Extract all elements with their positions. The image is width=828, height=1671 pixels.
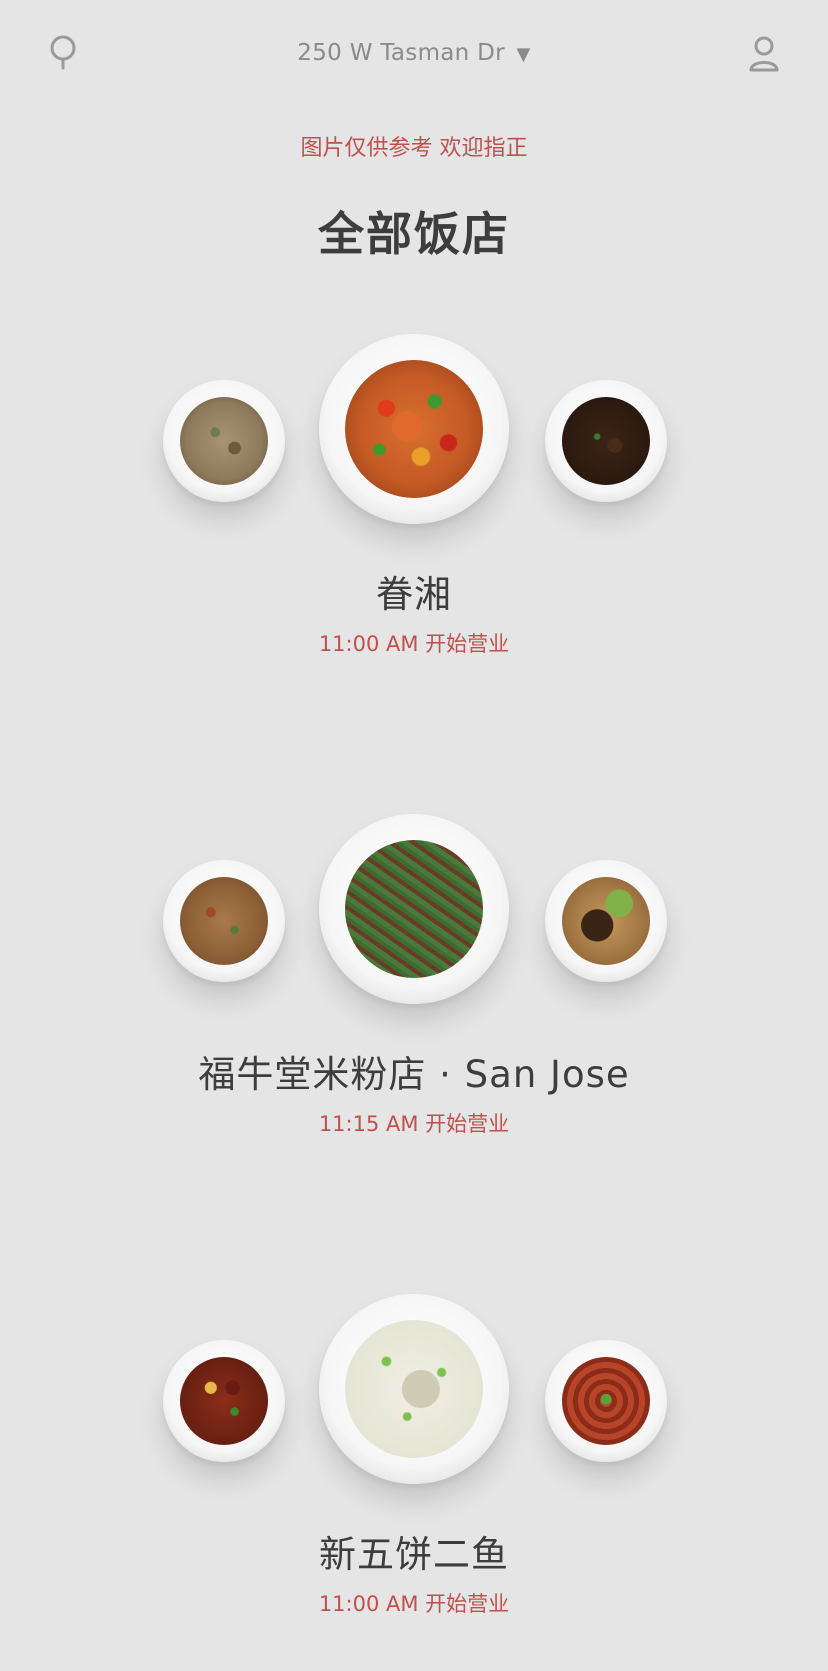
dish-plate	[163, 860, 285, 982]
featured-dish-plate	[319, 334, 509, 524]
featured-dish-plate	[319, 814, 509, 1004]
featured-dish-plate	[319, 1294, 509, 1484]
address-text: 250 W Tasman Dr	[297, 40, 505, 66]
restaurant-hours: 11:00 AM 开始营业	[318, 632, 510, 656]
dish-plate	[163, 380, 285, 502]
dish-image	[180, 1357, 268, 1445]
profile-button[interactable]	[742, 32, 786, 76]
restaurant-name: 新五饼二鱼	[319, 1533, 509, 1576]
delivery-address-selector[interactable]: 250 W Tasman Dr ▼	[0, 40, 828, 66]
restaurant-hours: 11:00 AM 开始营业	[318, 1592, 510, 1616]
dish-image	[562, 397, 650, 485]
dish-plate	[163, 1340, 285, 1462]
disclaimer-text: 图片仅供参考 欢迎指正	[300, 136, 528, 161]
chevron-down-icon: ▼	[516, 44, 531, 65]
dish-image	[345, 1320, 483, 1458]
restaurant-card[interactable]: 新五饼二鱼 11:00 AM 开始营业	[0, 1294, 828, 1634]
restaurant-hours: 11:15 AM 开始营业	[318, 1112, 510, 1136]
dish-plate	[545, 860, 667, 982]
page-title: 全部饭店	[318, 207, 510, 261]
dish-image	[345, 360, 483, 498]
user-icon	[749, 36, 779, 72]
dish-image	[180, 877, 268, 965]
dish-image	[562, 1357, 650, 1445]
dish-image	[345, 840, 483, 978]
restaurant-card[interactable]: 眷湘 11:00 AM 开始营业	[0, 334, 828, 674]
restaurant-name: 福牛堂米粉店 · San Jose	[198, 1053, 630, 1096]
top-bar: 250 W Tasman Dr ▼	[0, 0, 828, 110]
dish-plate	[545, 380, 667, 502]
dish-plate	[545, 1340, 667, 1462]
restaurant-name: 眷湘	[376, 573, 452, 616]
dish-image	[180, 397, 268, 485]
restaurant-card[interactable]: 福牛堂米粉店 · San Jose 11:15 AM 开始营业	[0, 814, 828, 1154]
dish-image	[562, 877, 650, 965]
